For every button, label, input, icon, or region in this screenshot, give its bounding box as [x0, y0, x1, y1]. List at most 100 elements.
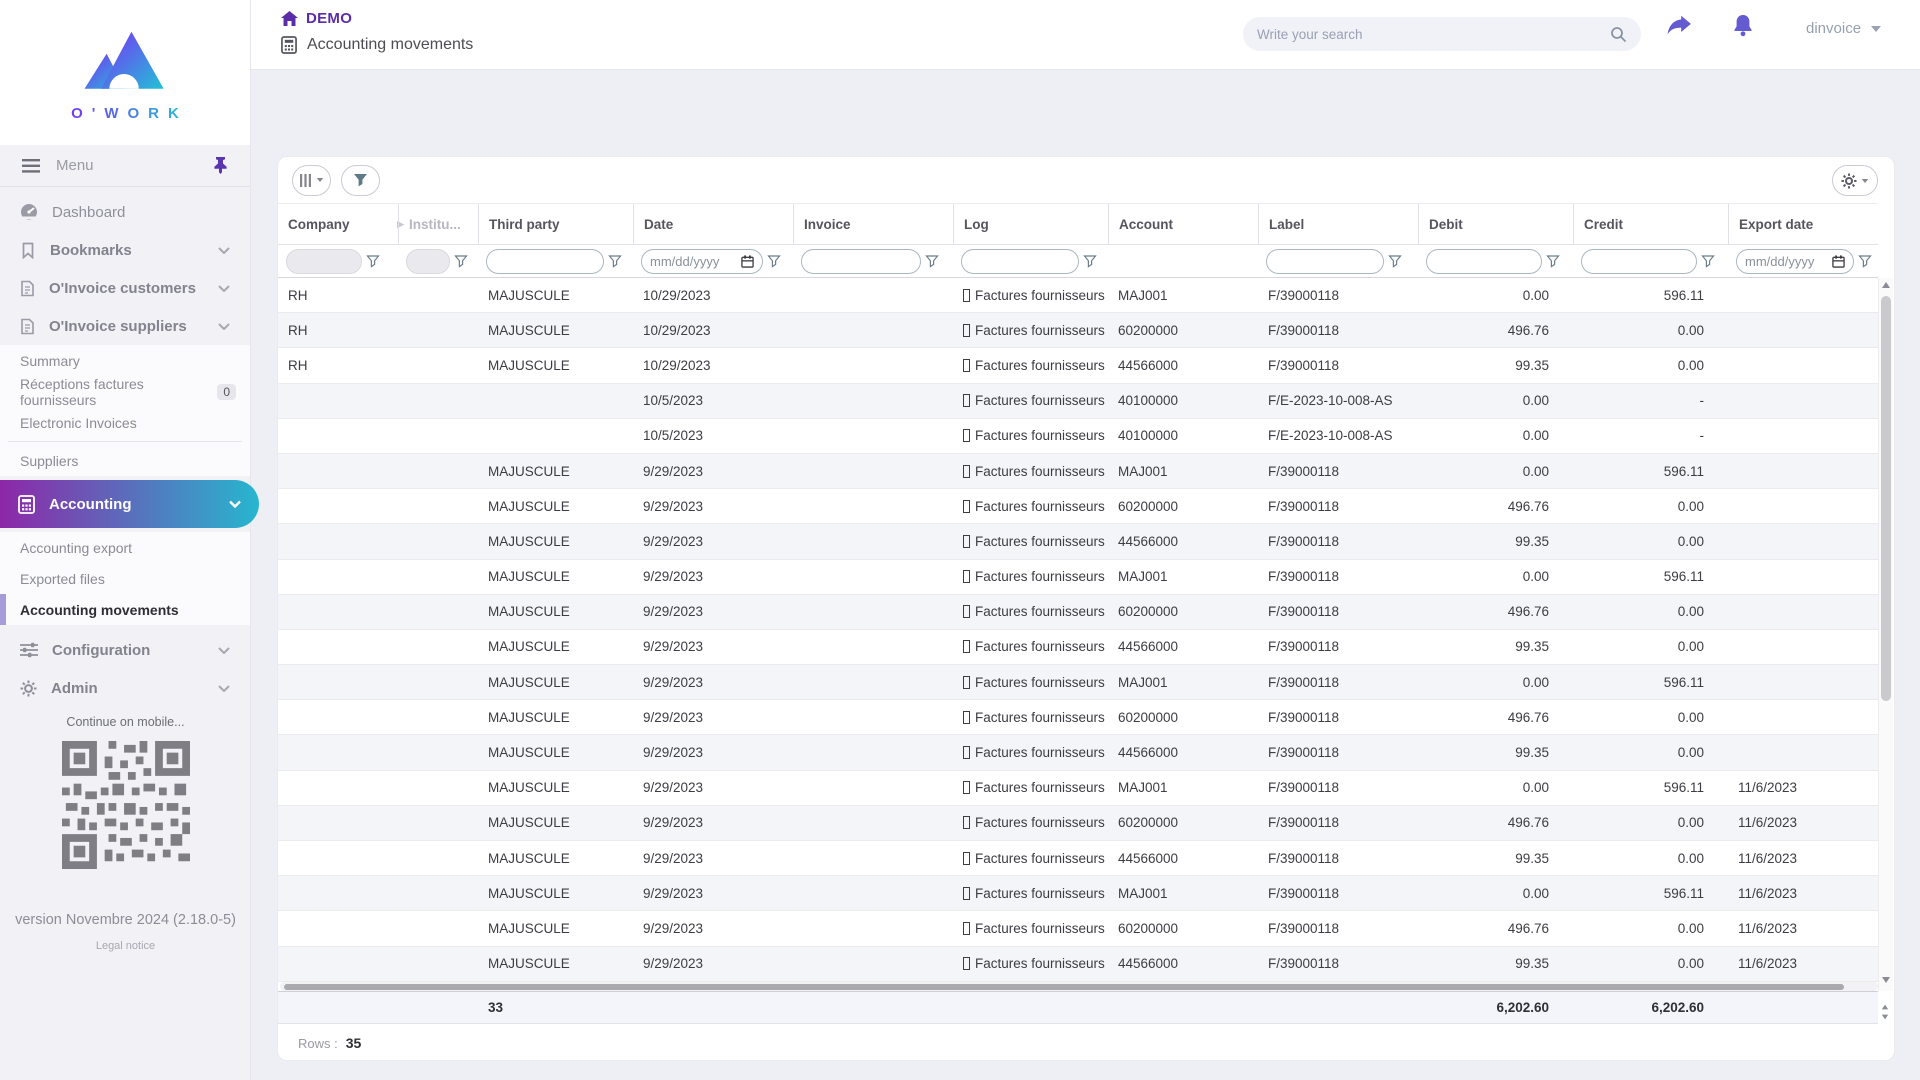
search-input[interactable]: [1257, 27, 1610, 42]
funnel-icon[interactable]: [366, 255, 380, 268]
column-header-log[interactable]: Log: [953, 204, 1108, 244]
table-row[interactable]: RH MAJUSCULE 10/29/2023 Factures fournis…: [278, 313, 1878, 348]
cell-date: 9/29/2023: [633, 700, 793, 734]
summary-scroll-arrows[interactable]: [1879, 1000, 1891, 1024]
filter-button[interactable]: [341, 165, 380, 196]
cell-credit: 0.00: [1573, 735, 1728, 769]
cell-institution: [398, 630, 478, 664]
share-icon[interactable]: [1666, 15, 1692, 37]
sidebar-item-oinvoice-suppliers[interactable]: O'Invoice suppliers: [0, 307, 250, 345]
horizontal-scrollbar-thumb[interactable]: [284, 984, 1844, 990]
credit-filter-input[interactable]: [1590, 254, 1688, 269]
breadcrumb[interactable]: DEMO: [281, 10, 352, 27]
label-filter-input[interactable]: [1275, 254, 1375, 269]
sidebar-item-receptions[interactable]: Réceptions factures fournisseurs 0: [0, 376, 250, 407]
table-row[interactable]: 10/5/2023 Factures fournisseurs 40100000…: [278, 384, 1878, 419]
sidebar-item-oinvoice-customers[interactable]: O'Invoice customers: [0, 269, 250, 307]
hamburger-icon[interactable]: [22, 159, 40, 173]
sidebar-item-accounting[interactable]: Accounting: [0, 480, 259, 528]
table-row[interactable]: RH MAJUSCULE 10/29/2023 Factures fournis…: [278, 348, 1878, 383]
scroll-up-arrow-icon[interactable]: [1882, 1005, 1888, 1010]
sidebar-item-accounting-movements[interactable]: Accounting movements: [0, 594, 250, 625]
funnel-icon[interactable]: [1701, 255, 1715, 268]
cell-third-party: MAJUSCULE: [478, 700, 633, 734]
sidebar-item-configuration[interactable]: Configuration: [0, 631, 250, 669]
table-row[interactable]: RH MAJUSCULE 10/29/2023 Factures fournis…: [278, 278, 1878, 313]
grid-summary-row: 33 6,202.60 6,202.60: [278, 991, 1878, 1024]
table-row[interactable]: MAJUSCULE 9/29/2023 Factures fournisseur…: [278, 454, 1878, 489]
table-row[interactable]: MAJUSCULE 9/29/2023 Factures fournisseur…: [278, 560, 1878, 595]
scroll-down-arrow-icon[interactable]: [1882, 1015, 1888, 1020]
column-header-export-date[interactable]: Export date: [1728, 204, 1878, 244]
funnel-icon[interactable]: [1546, 255, 1560, 268]
horizontal-scrollbar[interactable]: [280, 982, 1878, 991]
bell-icon[interactable]: [1732, 14, 1754, 38]
funnel-icon[interactable]: [1858, 255, 1872, 268]
scroll-down-arrow-icon[interactable]: [1882, 977, 1890, 983]
sidebar-item-accounting-export[interactable]: Accounting export: [0, 532, 250, 563]
user-menu[interactable]: dinvoice: [1806, 20, 1881, 37]
table-row[interactable]: MAJUSCULE 9/29/2023 Factures fournisseur…: [278, 735, 1878, 770]
filter-third-party: [478, 245, 633, 277]
sidebar-item-admin[interactable]: Admin: [0, 669, 250, 707]
table-row[interactable]: MAJUSCULE 9/29/2023 Factures fournisseur…: [278, 700, 1878, 735]
table-row[interactable]: MAJUSCULE 9/29/2023 Factures fournisseur…: [278, 947, 1878, 982]
scroll-up-arrow-icon[interactable]: [1882, 282, 1890, 288]
cell-company: [278, 806, 398, 840]
search-icon[interactable]: [1610, 26, 1627, 43]
sidebar-item-bookmarks[interactable]: Bookmarks: [0, 231, 250, 269]
debit-filter-input[interactable]: [1435, 254, 1533, 269]
table-row[interactable]: MAJUSCULE 9/29/2023 Factures fournisseur…: [278, 876, 1878, 911]
funnel-icon[interactable]: [608, 255, 622, 268]
column-header-third-party[interactable]: Third party: [478, 204, 633, 244]
column-header-institution[interactable]: Institu...: [398, 204, 478, 244]
third-party-filter-input[interactable]: [495, 254, 595, 269]
vertical-scrollbar-thumb[interactable]: [1881, 296, 1891, 701]
global-search[interactable]: [1243, 17, 1641, 51]
cell-label: F/39000118: [1258, 630, 1418, 664]
table-row[interactable]: MAJUSCULE 9/29/2023 Factures fournisseur…: [278, 630, 1878, 665]
table-row[interactable]: MAJUSCULE 9/29/2023 Factures fournisseur…: [278, 771, 1878, 806]
column-header-account[interactable]: Account: [1108, 204, 1258, 244]
funnel-icon[interactable]: [925, 255, 939, 268]
column-header-invoice[interactable]: Invoice: [793, 204, 953, 244]
calendar-icon[interactable]: [1832, 255, 1845, 268]
column-header-label[interactable]: Label: [1258, 204, 1418, 244]
sidebar-item-label: O'Invoice customers: [49, 280, 204, 297]
table-row[interactable]: MAJUSCULE 9/29/2023 Factures fournisseur…: [278, 665, 1878, 700]
sidebar-item-exported-files[interactable]: Exported files: [0, 563, 250, 594]
calendar-icon[interactable]: [741, 255, 754, 268]
table-row[interactable]: MAJUSCULE 9/29/2023 Factures fournisseur…: [278, 806, 1878, 841]
sidebar-item-summary[interactable]: Summary: [0, 345, 250, 376]
invoice-filter-input[interactable]: [810, 254, 912, 269]
funnel-icon[interactable]: [454, 255, 468, 268]
column-header-date[interactable]: Date: [633, 204, 793, 244]
table-row[interactable]: MAJUSCULE 9/29/2023 Factures fournisseur…: [278, 911, 1878, 946]
funnel-icon[interactable]: [767, 255, 781, 268]
cell-date: 9/29/2023: [633, 489, 793, 523]
column-header-debit[interactable]: Debit: [1418, 204, 1573, 244]
export-date-filter-input[interactable]: mm/dd/yyyy: [1736, 249, 1854, 274]
sidebar-menu-toggle[interactable]: Menu: [0, 145, 250, 187]
sidebar-item-suppliers[interactable]: Suppliers: [0, 445, 250, 476]
summary-label: [1258, 992, 1418, 1023]
cell-credit: 0.00: [1573, 524, 1728, 558]
date-filter-input[interactable]: mm/dd/yyyy: [641, 249, 763, 274]
column-header-credit[interactable]: Credit: [1573, 204, 1728, 244]
table-row[interactable]: 10/5/2023 Factures fournisseurs 40100000…: [278, 419, 1878, 454]
grid-settings-button[interactable]: [1832, 165, 1878, 196]
log-filter-input[interactable]: [970, 254, 1070, 269]
sidebar-item-dashboard[interactable]: Dashboard: [0, 193, 250, 231]
columns-button[interactable]: [292, 165, 331, 196]
table-row[interactable]: MAJUSCULE 9/29/2023 Factures fournisseur…: [278, 524, 1878, 559]
pin-icon[interactable]: [213, 157, 228, 174]
sidebar-item-electronic-invoices[interactable]: Electronic Invoices: [0, 407, 250, 438]
column-header-company[interactable]: Company ▶: [278, 204, 398, 244]
funnel-icon[interactable]: [1388, 255, 1402, 268]
legal-notice-link[interactable]: Legal notice: [0, 940, 251, 952]
table-row[interactable]: MAJUSCULE 9/29/2023 Factures fournisseur…: [278, 841, 1878, 876]
table-row[interactable]: MAJUSCULE 9/29/2023 Factures fournisseur…: [278, 489, 1878, 524]
vertical-scrollbar[interactable]: [1878, 278, 1893, 991]
funnel-icon[interactable]: [1083, 255, 1097, 268]
table-row[interactable]: MAJUSCULE 9/29/2023 Factures fournisseur…: [278, 595, 1878, 630]
